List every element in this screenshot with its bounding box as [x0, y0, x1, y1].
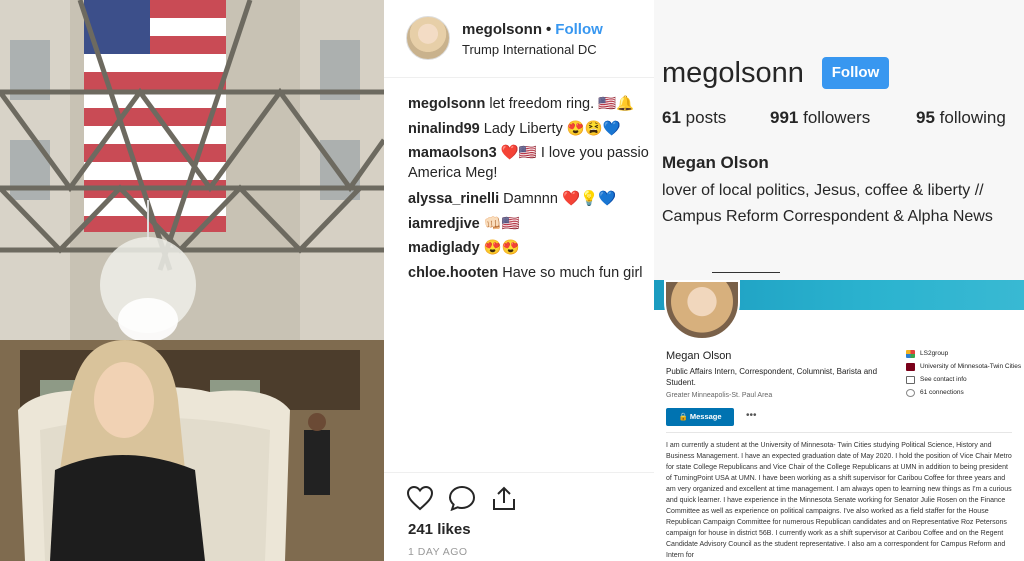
comments-list: megolsonn let freedom ring. 🇺🇸🔔 ninalind… — [408, 92, 654, 285]
share-icon[interactable] — [490, 485, 518, 511]
list-item: mamaolson3 ❤️🇺🇸 I love you passio Americ… — [408, 143, 654, 183]
linkedin-profile: Megan Olson Public Affairs Intern, Corre… — [654, 280, 1024, 561]
following-label: following — [939, 108, 1006, 127]
instagram-profile: megolsonn Follow 61 posts 991 followers … — [654, 0, 1024, 280]
company-row[interactable]: LS2group — [906, 350, 1022, 358]
tab-indicator — [712, 272, 780, 273]
comment-text: 👊🏻🇺🇸 — [483, 215, 520, 232]
post-username-line: megolsonn • Follow — [462, 21, 603, 38]
separator-dot: • — [546, 21, 552, 38]
avatar[interactable] — [664, 280, 740, 340]
section-divider — [666, 432, 1012, 433]
school-name: University of Minnesota-Twin Cities — [920, 363, 1022, 370]
post-header: megolsonn • Follow Trump International DC — [384, 0, 654, 78]
linkedin-location: Greater Minneapolis-St. Paul Area — [666, 392, 773, 399]
post-actions: 241 likes 1 DAY AGO — [384, 472, 654, 561]
comment-text: Have so much fun girl — [502, 264, 643, 281]
bio-line: lover of local politics, Jesus, coffee &… — [662, 182, 984, 199]
people-icon — [906, 389, 915, 397]
school-row[interactable]: University of Minnesota-Twin Cities — [906, 363, 1022, 371]
connections-link[interactable]: 61 connections — [906, 389, 1022, 397]
heart-icon[interactable] — [406, 485, 434, 511]
followers-count: 991 — [770, 108, 799, 127]
post-location[interactable]: Trump International DC — [462, 42, 597, 57]
linkedin-sidebar: LS2group University of Minnesota-Twin Ci… — [906, 350, 1022, 402]
contact-label: See contact info — [920, 376, 967, 383]
instagram-post: megolsonn • Follow Trump International DC … — [384, 0, 654, 561]
post-photo — [0, 0, 384, 561]
comment-text: 😍😍 — [483, 240, 520, 256]
comment-user[interactable]: iamredjive — [408, 216, 480, 232]
profile-full-name: Megan Olson — [662, 153, 769, 172]
posts-stat[interactable]: 61 posts — [662, 108, 726, 128]
message-button[interactable]: 🔒 Message — [666, 408, 734, 426]
profile-bio: lover of local politics, Jesus, coffee &… — [662, 178, 1024, 230]
company-name: LS2group — [920, 350, 949, 357]
message-label: Message — [689, 412, 722, 421]
followers-stat[interactable]: 991 followers — [770, 108, 870, 128]
post-username[interactable]: megolsonn — [462, 21, 542, 38]
list-item: megolsonn let freedom ring. 🇺🇸🔔 — [408, 92, 654, 117]
profile-username: megolsonn — [662, 57, 804, 89]
linkedin-name: Megan Olson — [666, 350, 732, 362]
bio-line: Campus Reform Correspondent & Alpha News — [662, 208, 993, 225]
following-count: 95 — [916, 108, 935, 127]
more-options-button[interactable]: ••• — [746, 410, 757, 421]
comment-user[interactable]: chloe.hooten — [408, 265, 498, 281]
list-item: ninalind99 Lady Liberty 😍😫💙 — [408, 117, 654, 142]
comment-icon[interactable] — [448, 485, 476, 511]
following-stat[interactable]: 95 following — [916, 108, 1006, 128]
list-item: chloe.hooten Have so much fun girl — [408, 261, 654, 286]
list-item: madiglady 😍😍 — [408, 236, 654, 261]
list-item: alyssa_rinelli Damnnn ❤️💡💙 — [408, 187, 654, 212]
linkedin-headline: Public Affairs Intern, Correspondent, Co… — [666, 367, 878, 387]
comment-user[interactable]: mamaolson3 — [408, 145, 497, 161]
comment-text: Lady Liberty 😍😫💙 — [483, 120, 621, 137]
comment-user[interactable]: megolsonn — [408, 96, 485, 112]
comment-user[interactable]: alyssa_rinelli — [408, 191, 499, 207]
likes-count[interactable]: 241 likes — [408, 521, 471, 538]
school-logo-icon — [906, 363, 915, 371]
list-item: iamredjive 👊🏻🇺🇸 — [408, 212, 654, 237]
comment-text: Damnnn ❤️💡💙 — [503, 191, 617, 207]
connections-count: 61 connections — [920, 389, 964, 396]
company-logo-icon — [906, 350, 915, 358]
comment-user[interactable]: madiglady — [408, 240, 480, 256]
photo-illustration — [0, 0, 384, 561]
contact-info-link[interactable]: See contact info — [906, 376, 1022, 384]
posts-label: posts — [685, 108, 727, 127]
avatar[interactable] — [406, 16, 450, 60]
linkedin-about: I am currently a student at the Universi… — [666, 442, 1012, 559]
contact-card-icon — [906, 376, 915, 384]
post-timestamp: 1 DAY AGO — [408, 546, 468, 558]
posts-count: 61 — [662, 108, 681, 127]
follow-button[interactable]: Follow — [822, 57, 889, 89]
comment-text: let freedom ring. 🇺🇸🔔 — [489, 96, 635, 112]
follow-link[interactable]: Follow — [555, 21, 603, 38]
comment-user[interactable]: ninalind99 — [408, 121, 480, 137]
followers-label: followers — [803, 108, 871, 127]
